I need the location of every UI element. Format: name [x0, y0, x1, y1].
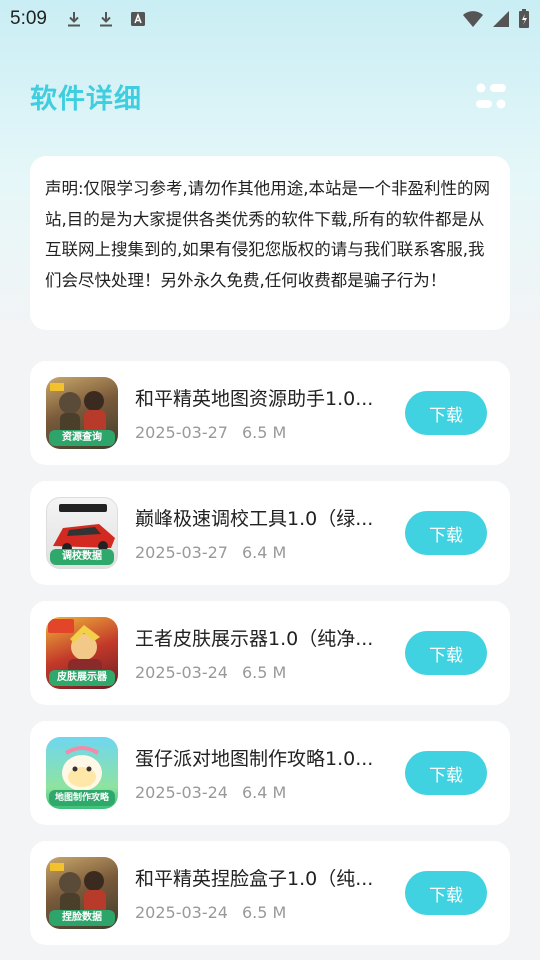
app-size: 6.5 M [241, 903, 287, 922]
app-date: 2025-03-24 [135, 903, 228, 922]
app-info: 和平精英地图资源助手1.0... 2025-03-27 6.5 M [135, 384, 391, 442]
app-name: 蛋仔派对地图制作攻略1.0... [135, 748, 374, 770]
pubg-soldiers-icon: 资源查询 [46, 377, 118, 449]
app-meta: 2025-03-24 6.5 M [135, 903, 391, 922]
app-size: 6.5 M [241, 663, 287, 682]
app-info: 和平精英捏脸盒子1.0（纯... 2025-03-24 6.5 M [135, 864, 391, 922]
app-name: 王者皮肤展示器1.0（纯净... [135, 628, 374, 650]
app-list: 资源查询 和平精英地图资源助手1.0... 2025-03-27 6.5 M 下载… [30, 361, 510, 960]
app-icon-tag: 调校数据 [50, 549, 114, 565]
download-button[interactable]: 下载 [405, 751, 487, 795]
app-name: 和平精英捏脸盒子1.0（纯... [135, 868, 374, 890]
app-list-item[interactable]: 皮肤展示器 王者皮肤展示器1.0（纯净... 2025-03-24 6.5 M 下… [30, 601, 510, 705]
app-list-item[interactable]: 资源查询 和平精英地图资源助手1.0... 2025-03-27 6.5 M 下载 [30, 361, 510, 465]
app-name: 巅峰极速调校工具1.0（绿... [135, 508, 374, 530]
app-icon-tag: 捏脸数据 [49, 910, 115, 926]
app-info: 蛋仔派对地图制作攻略1.0... 2025-03-24 6.4 M [135, 744, 391, 802]
text-a-icon [130, 12, 145, 26]
app-size: 6.5 M [241, 423, 287, 442]
app-list-item[interactable]: 捏脸数据 和平精英捏脸盒子1.0（纯... 2025-03-24 6.5 M 下载 [30, 841, 510, 945]
app-info: 王者皮肤展示器1.0（纯净... 2025-03-24 6.5 M [135, 624, 391, 682]
pubg-soldiers-icon: 捏脸数据 [46, 857, 118, 929]
disclaimer-card: 声明:仅限学习参考,请勿作其他用途,本站是一个非盈利性的网站,目的是为大家提供各… [30, 156, 510, 330]
download-icon [99, 12, 112, 27]
download-button[interactable]: 下载 [405, 871, 487, 915]
app-meta: 2025-03-27 6.4 M [135, 543, 391, 562]
app-size: 6.4 M [241, 783, 287, 802]
status-time: 5:09 [10, 8, 47, 29]
disclaimer-text: 声明:仅限学习参考,请勿作其他用途,本站是一个非盈利性的网站,目的是为大家提供各… [45, 179, 491, 290]
hero-warrior-icon: 皮肤展示器 [46, 617, 118, 689]
notification-icons [65, 10, 147, 28]
page-title: 软件详细 [30, 83, 142, 115]
red-racecar-icon: 调校数据 [46, 497, 118, 569]
app-list-item[interactable]: 调校数据 巅峰极速调校工具1.0（绿... 2025-03-27 6.4 M 下载 [30, 481, 510, 585]
menu-toggle-icon [476, 83, 506, 109]
system-icons [462, 9, 530, 29]
egg-character-icon: 地图制作攻略 [46, 737, 118, 809]
app-size: 6.4 M [241, 543, 287, 562]
app-date: 2025-03-27 [135, 423, 228, 442]
app-name: 和平精英地图资源助手1.0... [135, 388, 374, 410]
app-info: 巅峰极速调校工具1.0（绿... 2025-03-27 6.4 M [135, 504, 391, 562]
app-meta: 2025-03-24 6.4 M [135, 783, 391, 802]
download-button[interactable]: 下载 [405, 631, 487, 675]
app-meta: 2025-03-24 6.5 M [135, 663, 391, 682]
menu-button[interactable] [472, 79, 510, 113]
signal-icon [493, 11, 509, 27]
status-bar: 5:09 [0, 0, 540, 38]
page-header: 软件详细 [30, 74, 510, 118]
download-button[interactable]: 下载 [405, 391, 487, 435]
app-date: 2025-03-27 [135, 543, 228, 562]
download-button[interactable]: 下载 [405, 511, 487, 555]
app-icon-tag: 地图制作攻略 [49, 790, 115, 806]
app-date: 2025-03-24 [135, 783, 228, 802]
battery-charging-icon [519, 9, 529, 28]
app-icon-tag: 资源查询 [49, 430, 115, 446]
download-icon [67, 12, 80, 27]
app-list-item[interactable]: 地图制作攻略 蛋仔派对地图制作攻略1.0... 2025-03-24 6.4 M … [30, 721, 510, 825]
app-icon-tag: 皮肤展示器 [49, 670, 115, 686]
wifi-icon [463, 11, 483, 27]
app-meta: 2025-03-27 6.5 M [135, 423, 391, 442]
app-date: 2025-03-24 [135, 663, 228, 682]
